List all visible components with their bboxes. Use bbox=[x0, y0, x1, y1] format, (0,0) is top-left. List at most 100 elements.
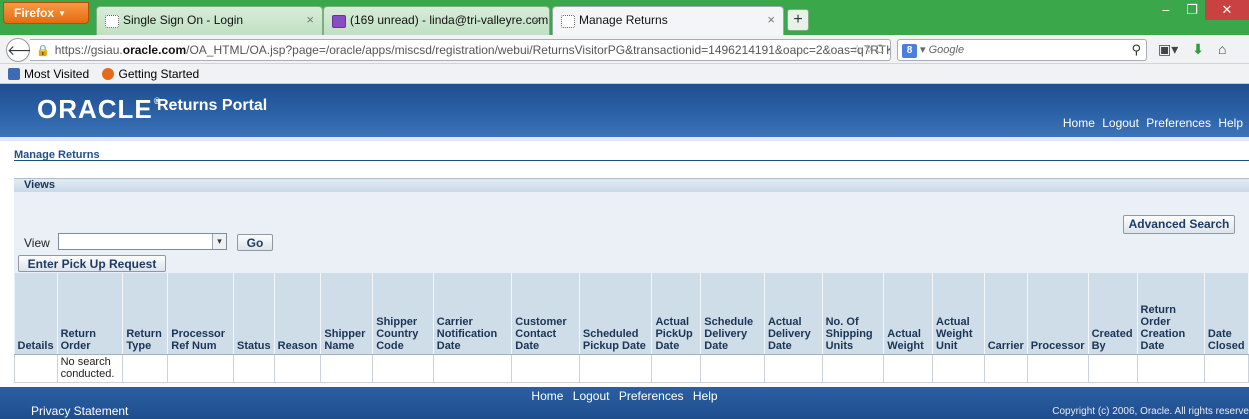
copyright-text: Copyright (c) 2006, Oracle. All rights r… bbox=[1052, 406, 1249, 417]
page-icon bbox=[561, 15, 575, 28]
google-icon[interactable]: 8 bbox=[902, 44, 917, 58]
column-header-shipper-name[interactable]: Shipper Name bbox=[320, 273, 374, 355]
global-links: Home Logout Preferences Help bbox=[1059, 116, 1243, 130]
global-link-logout[interactable]: Logout bbox=[1102, 116, 1139, 130]
most-visited-icon bbox=[8, 68, 20, 80]
download-icon[interactable]: ⬇ bbox=[1192, 41, 1204, 58]
column-header-return-type[interactable]: Return Type bbox=[122, 273, 169, 355]
tab-single-sign-on[interactable]: Single Sign On - Login × bbox=[96, 6, 323, 35]
column-header-return-order-creation-date[interactable]: Return Order Creation Date bbox=[1137, 273, 1205, 355]
go-button[interactable]: Go bbox=[237, 234, 273, 251]
bookmark-most-visited[interactable]: Most Visited bbox=[8, 67, 89, 81]
views-section-header: Views bbox=[14, 178, 1249, 192]
chevron-down-icon[interactable]: ▾ bbox=[212, 234, 226, 249]
table-header-row: Details Return Order Return Type Process… bbox=[14, 273, 1249, 355]
column-header-customer-contact-date[interactable]: Customer Contact Date bbox=[511, 273, 580, 355]
table-cell bbox=[1136, 353, 1205, 383]
column-header-shipping-units[interactable]: No. Of Shipping Units bbox=[822, 273, 885, 355]
table-cell bbox=[651, 353, 702, 383]
url-bar[interactable]: 🔒 https://gsiau.oracle.com/OA_HTML/OA.jsp… bbox=[30, 39, 891, 61]
table-cell bbox=[578, 353, 653, 383]
branding-divider bbox=[0, 137, 1249, 141]
url-prefix: https://gsiau. bbox=[54, 43, 123, 57]
footer-link-help[interactable]: Help bbox=[693, 389, 718, 403]
column-header-shipper-country-code[interactable]: Shipper Country Code bbox=[372, 273, 434, 355]
table-cell bbox=[1026, 353, 1089, 383]
advanced-search-button[interactable]: Advanced Search bbox=[1123, 215, 1235, 234]
table-cell bbox=[763, 353, 823, 383]
table-cell bbox=[983, 353, 1028, 383]
mail-icon bbox=[332, 15, 346, 28]
column-header-status[interactable]: Status bbox=[233, 273, 275, 355]
search-engine-dropdown-icon[interactable]: ▾ bbox=[920, 44, 926, 56]
table-cell bbox=[511, 353, 580, 383]
global-link-help[interactable]: Help bbox=[1218, 116, 1243, 130]
branding-header: ORACLE® Returns Portal Home Logout Prefe… bbox=[0, 84, 1249, 137]
column-header-actual-weight-unit[interactable]: Actual Weight Unit bbox=[932, 273, 985, 355]
enter-pickup-request-button[interactable]: Enter Pick Up Request bbox=[18, 255, 166, 272]
back-arrow-icon[interactable]: 🡐 bbox=[6, 38, 45, 62]
new-tab-button[interactable]: + bbox=[787, 9, 809, 31]
column-header-return-order[interactable]: Return Order bbox=[57, 273, 124, 355]
url-bar-tools: ☆ ▿ C bbox=[852, 42, 884, 56]
close-tab-icon[interactable]: × bbox=[306, 12, 314, 27]
reload-icon[interactable]: C bbox=[875, 42, 884, 56]
table-cell bbox=[372, 353, 434, 383]
column-header-scheduled-pickup-date[interactable]: Scheduled Pickup Date bbox=[579, 273, 653, 355]
minimize-icon[interactable]: – bbox=[1153, 0, 1179, 20]
column-header-processor[interactable]: Processor bbox=[1027, 273, 1089, 355]
product-name: Returns Portal bbox=[157, 97, 268, 114]
global-link-home[interactable]: Home bbox=[1063, 116, 1095, 130]
column-header-carrier-notification-date[interactable]: Carrier Notification Date bbox=[433, 273, 513, 355]
window-controls: – ❐ ✕ bbox=[1153, 0, 1249, 22]
privacy-statement-link[interactable]: Privacy Statement bbox=[31, 404, 128, 418]
tab-mail[interactable]: (169 unread) - linda@tri-valleyre.com...… bbox=[323, 6, 550, 35]
tab-label: Single Sign On - Login bbox=[123, 13, 244, 27]
maximize-icon[interactable]: ❐ bbox=[1179, 0, 1205, 20]
dropdown-icon[interactable]: ▿ bbox=[866, 42, 872, 56]
column-header-processor-ref-num[interactable]: Processor Ref Num bbox=[167, 273, 235, 355]
column-header-schedule-delivery-date[interactable]: Schedule Delivery Date bbox=[700, 273, 765, 355]
bookmark-getting-started[interactable]: Getting Started bbox=[102, 67, 199, 81]
column-header-created-by[interactable]: Created By bbox=[1088, 273, 1138, 355]
table-cell bbox=[167, 353, 235, 383]
column-header-carrier[interactable]: Carrier bbox=[984, 273, 1028, 355]
footer-link-preferences[interactable]: Preferences bbox=[619, 389, 684, 403]
search-input[interactable]: 8 ▾ Google ⚲ bbox=[897, 39, 1147, 61]
column-header-actual-delivery-date[interactable]: Actual Delivery Date bbox=[764, 273, 823, 355]
footer: Home Logout Preferences Help Privacy Sta… bbox=[0, 387, 1249, 419]
returns-table: Details Return Order Return Type Process… bbox=[14, 273, 1249, 383]
bookmark-star-icon[interactable]: ☆ bbox=[852, 42, 863, 56]
bookmarks-menu-icon[interactable]: ▣▾ bbox=[1158, 41, 1178, 58]
close-window-icon[interactable]: ✕ bbox=[1205, 0, 1249, 20]
table-cell bbox=[122, 353, 169, 383]
column-header-details: Details bbox=[14, 273, 58, 355]
search-placeholder: Google bbox=[928, 44, 965, 56]
tab-label: Manage Returns bbox=[579, 13, 668, 27]
table-cell bbox=[700, 353, 765, 383]
table-cell bbox=[233, 353, 275, 383]
bookmarks-toolbar: Most Visited Getting Started bbox=[0, 64, 1249, 84]
table-cell bbox=[320, 353, 374, 383]
browser-tab-strip: Firefox ▼ Single Sign On - Login × (169 u… bbox=[0, 0, 1249, 35]
firefox-menu-button[interactable]: Firefox ▼ bbox=[3, 2, 89, 24]
column-header-reason[interactable]: Reason bbox=[274, 273, 322, 355]
footer-link-logout[interactable]: Logout bbox=[573, 389, 610, 403]
view-select[interactable]: ▾ bbox=[58, 233, 227, 250]
bookmark-label: Getting Started bbox=[118, 67, 200, 81]
column-header-actual-weight[interactable]: Actual Weight bbox=[883, 273, 934, 355]
home-icon[interactable]: ⌂ bbox=[1218, 41, 1226, 57]
table-cell bbox=[821, 353, 885, 383]
close-tab-icon[interactable]: × bbox=[767, 12, 775, 27]
chevron-down-icon: ▼ bbox=[58, 9, 66, 18]
empty-results-message: No search conducted. bbox=[56, 353, 124, 383]
column-header-date-closed[interactable]: Date Closed bbox=[1204, 273, 1249, 355]
footer-link-home[interactable]: Home bbox=[531, 389, 563, 403]
close-tab-icon[interactable]: × bbox=[533, 12, 541, 27]
tab-manage-returns[interactable]: Manage Returns × bbox=[552, 6, 784, 35]
search-icon[interactable]: ⚲ bbox=[1131, 42, 1141, 58]
table-cell bbox=[1203, 353, 1249, 383]
tab-label: (169 unread) - linda@tri-valleyre.com... bbox=[350, 13, 550, 27]
column-header-actual-pickup-date[interactable]: Actual PickUp Date bbox=[651, 273, 702, 355]
global-link-preferences[interactable]: Preferences bbox=[1146, 116, 1211, 130]
